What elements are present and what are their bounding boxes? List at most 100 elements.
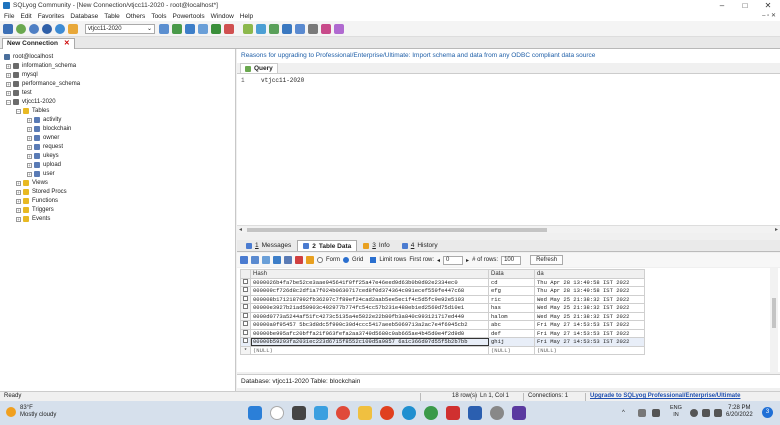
- user-manager-icon[interactable]: [159, 23, 169, 34]
- tree-table-request[interactable]: + request: [27, 143, 63, 151]
- expand-icon[interactable]: +: [6, 81, 11, 87]
- chrome-icon[interactable]: [424, 406, 438, 420]
- scroll-right-icon[interactable]: ▸: [775, 226, 778, 234]
- upgrade-link[interactable]: Upgrade to SQLyog Professional/Enterpris…: [590, 392, 740, 401]
- cell-da[interactable]: Fri May 27 14:53:53 IST 2022: [534, 337, 645, 347]
- row-select-cell[interactable]: [240, 286, 251, 296]
- cell-hash[interactable]: 00000be995afc20bffa21f063fefa2aa3749d568…: [250, 328, 489, 338]
- row-select-cell[interactable]: [240, 277, 251, 287]
- data-sync-icon[interactable]: [224, 23, 234, 34]
- tab-history[interactable]: 4 History: [396, 240, 444, 251]
- table-row[interactable]: 00000a0f95457 5bc3d8dc5f990c30d4ccc5417a…: [240, 320, 645, 330]
- battery-icon[interactable]: [652, 409, 660, 417]
- first-row-input[interactable]: 0: [443, 255, 464, 265]
- num-rows-input[interactable]: 100: [501, 255, 522, 265]
- null-cell[interactable]: (NULL): [534, 345, 645, 355]
- minimize-button[interactable]: –: [712, 0, 732, 11]
- delete-row-icon[interactable]: [295, 256, 303, 264]
- cell-da[interactable]: Wed May 25 21:38:32 IST 2022: [534, 294, 645, 304]
- menu-edit[interactable]: Edit: [20, 13, 31, 20]
- cancel-changes-icon[interactable]: [306, 256, 314, 264]
- refresh-button[interactable]: Refresh: [530, 255, 564, 265]
- cell-data[interactable]: ghij: [488, 337, 535, 347]
- close-tab-icon[interactable]: ✕: [64, 39, 70, 49]
- grid-view-radio[interactable]: [343, 257, 349, 263]
- onedrive-icon[interactable]: [638, 409, 646, 417]
- word-icon[interactable]: [468, 406, 482, 420]
- tree-db-mysql[interactable]: + mysql: [6, 71, 38, 79]
- battery-status-icon[interactable]: [714, 409, 722, 417]
- cell-hash[interactable]: 000009cf726d8c2df1a7f024b0630717ced8f0d3…: [250, 286, 489, 296]
- new-connection-icon[interactable]: [3, 23, 13, 34]
- expand-icon[interactable]: +: [6, 90, 11, 96]
- tab-info[interactable]: 3 Info: [357, 240, 395, 251]
- cell-data[interactable]: def: [488, 328, 535, 338]
- tree-table-activity[interactable]: + activity: [27, 116, 61, 124]
- scroll-thumb[interactable]: [772, 298, 776, 328]
- menu-others[interactable]: Others: [126, 13, 146, 20]
- expand-icon[interactable]: +: [27, 171, 32, 177]
- schema-sync-icon[interactable]: [211, 23, 221, 34]
- upgrade-reasons-banner[interactable]: Reasons for upgrading to Professional/En…: [237, 49, 780, 63]
- table-row[interactable]: 0000026b4fa7be52ce3aae945641f0ff25a47e46…: [240, 277, 645, 287]
- menu-database[interactable]: Database: [70, 13, 98, 20]
- row-checkbox[interactable]: [243, 321, 248, 327]
- tree-db-performance-schema[interactable]: + performance_schema: [6, 80, 80, 88]
- system-clock[interactable]: 7:28 PM 6/20/2022: [726, 405, 753, 419]
- editor-horizontal-scrollbar[interactable]: ◂ ▸: [237, 225, 780, 233]
- new-query-icon[interactable]: [68, 23, 78, 34]
- cell-hash[interactable]: 0000026b4fa7be52ce3aae945641f0ff25a47e46…: [250, 277, 489, 287]
- tree-table-owner[interactable]: + owner: [27, 134, 59, 142]
- wifi-icon[interactable]: [690, 409, 698, 417]
- tree-table-blockchain[interactable]: + blockchain: [27, 125, 71, 133]
- cell-data[interactable]: has: [488, 303, 535, 313]
- backup-icon[interactable]: [198, 23, 208, 34]
- migration-icon[interactable]: [295, 23, 305, 34]
- database-selector[interactable]: vtjcc11-2020 ⌄: [85, 23, 155, 34]
- export-data-icon[interactable]: [240, 256, 248, 264]
- cell-data[interactable]: halom: [488, 311, 535, 321]
- close-button[interactable]: ✕: [758, 0, 778, 11]
- chrome-browser-icon[interactable]: [336, 406, 350, 420]
- table-row[interactable]: 00000e3927b21ad50903c492977b774fc54cc57b…: [240, 303, 645, 313]
- tree-table-ukeys[interactable]: + ukeys: [27, 152, 59, 160]
- table-row[interactable]: 00000b59293fa2031ec223d6715f8552c109d5a9…: [240, 337, 645, 347]
- menu-tools[interactable]: Tools: [151, 13, 166, 20]
- tree-table-upload[interactable]: + upload: [27, 161, 61, 169]
- tree-folder-triggers[interactable]: + Triggers: [16, 206, 54, 214]
- edge-browser-icon[interactable]: [314, 406, 328, 420]
- table-row[interactable]: 000008b1712187992fb36207c7f89ef24cad2aab…: [240, 294, 645, 304]
- schema-designer-icon[interactable]: [256, 23, 266, 34]
- cell-da[interactable]: Fri May 27 14:53:53 IST 2022: [534, 328, 645, 338]
- save-row-icon[interactable]: [284, 256, 292, 264]
- column-header-data[interactable]: Data: [488, 269, 535, 279]
- row-checkbox[interactable]: [243, 312, 248, 318]
- connection-tab[interactable]: New Connection ✕: [2, 38, 75, 49]
- expand-icon[interactable]: +: [16, 180, 21, 186]
- tree-db-vtjcc11-2020[interactable]: − vtjcc11-2020: [6, 98, 56, 106]
- cell-da[interactable]: Fri May 27 14:53:53 IST 2022: [534, 320, 645, 330]
- tab-table-data[interactable]: 2 Table Data: [297, 240, 358, 251]
- cell-data[interactable]: ric: [488, 294, 535, 304]
- expand-icon[interactable]: +: [6, 72, 11, 78]
- task-view-icon[interactable]: [292, 406, 306, 420]
- tree-folder-stored-procs[interactable]: + Stored Procs: [16, 188, 67, 196]
- refresh-icon[interactable]: [42, 23, 52, 34]
- null-cell[interactable]: (NULL): [250, 345, 489, 355]
- cell-hash[interactable]: 000008b1712187992fb36207c7f89ef24cad2aab…: [250, 294, 489, 304]
- limit-rows-checkbox[interactable]: [370, 257, 377, 263]
- pdf-reader-icon[interactable]: [446, 406, 460, 420]
- insert-row-icon[interactable]: [273, 256, 281, 264]
- maximize-button[interactable]: □: [735, 0, 755, 11]
- first-row-prev-icon[interactable]: ◂: [437, 257, 440, 264]
- tree-db-information-schema[interactable]: + information_schema: [6, 62, 76, 70]
- language-indicator[interactable]: ENG IN: [670, 405, 682, 419]
- cell-data[interactable]: abc: [488, 320, 535, 330]
- expand-icon[interactable]: +: [6, 63, 11, 69]
- grid-vertical-scrollbar[interactable]: [770, 268, 778, 372]
- query-text[interactable]: vtjcc11-2020: [261, 77, 304, 84]
- scheduler-icon[interactable]: [269, 23, 279, 34]
- cell-data[interactable]: cd: [488, 277, 535, 287]
- tree-table-user[interactable]: + user: [27, 170, 55, 178]
- row-select-cell[interactable]: [240, 294, 251, 304]
